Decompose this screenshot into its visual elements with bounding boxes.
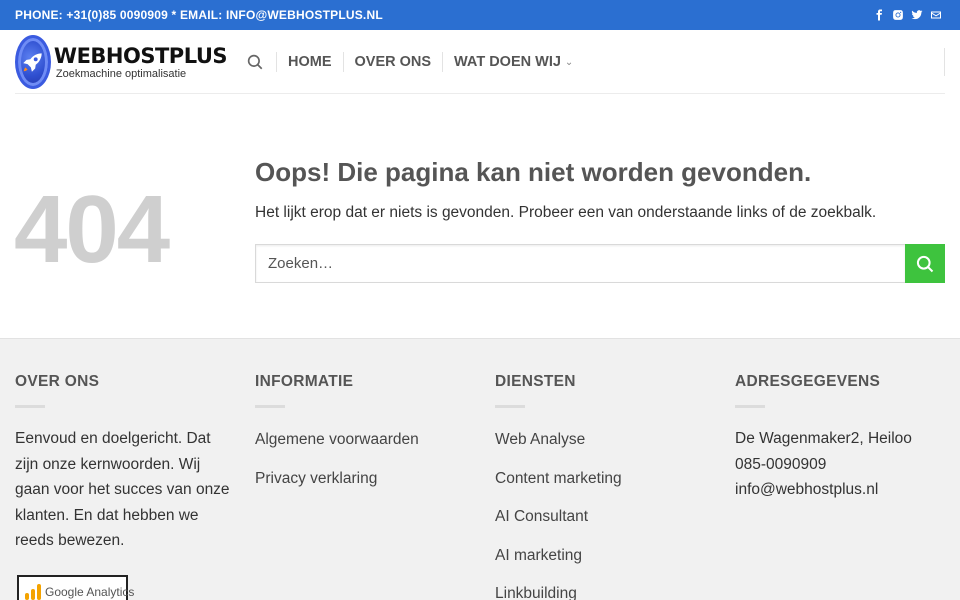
heading-divider [255,405,285,408]
instagram-icon[interactable] [892,9,904,21]
footer-link[interactable]: Privacy verklaring [255,470,475,509]
footer-link[interactable]: AI Consultant [495,508,715,547]
footer-heading: INFORMATIE [255,373,354,390]
nav-wat-doen-wij-label: WAT DOEN WIJ [454,54,561,70]
footer-col-over-ons: OVER ONS Eenvoud en doelgericht. Dat zij… [15,373,235,554]
address-block: De Wagenmaker2, Heiloo 085-0090909 info@… [735,426,955,503]
footer-link[interactable]: Web Analyse [495,431,715,470]
logo-title: WEBHOSTPLUS [53,43,228,68]
contact-info: PHONE: +31(0)85 0090909 * EMAIL: INFO@WE… [15,8,383,22]
site-footer: OVER ONS Eenvoud en doelgericht. Dat zij… [0,338,960,600]
footer-link[interactable]: Content marketing [495,470,715,509]
page-title: Oops! Die pagina kan niet worden gevonde… [255,157,812,187]
search-submit-button[interactable] [905,244,945,283]
badge-label: Google Analytics [45,585,135,599]
email-icon[interactable] [930,9,942,21]
facebook-icon[interactable] [873,9,885,21]
nav-home[interactable]: HOME [276,52,343,72]
error-message: Het lijkt erop dat er niets is gevonden.… [255,204,877,221]
heading-divider [495,405,525,408]
social-links [873,9,942,21]
twitter-icon[interactable] [911,9,923,21]
top-bar: PHONE: +31(0)85 0090909 * EMAIL: INFO@WE… [0,0,960,30]
main-content: 404 Oops! Die pagina kan niet worden gev… [0,94,960,338]
analytics-icon [25,584,41,600]
search-input[interactable] [255,244,905,283]
footer-link[interactable]: Algemene voorwaarden [255,431,475,470]
footer-links: Web Analyse Content marketing AI Consult… [495,431,715,600]
about-text: Eenvoud en doelgericht. Dat zijn onze ke… [15,430,230,549]
footer-heading: OVER ONS [15,373,100,390]
footer-col-adres: ADRESGEGEVENS De Wagenmaker2, Heiloo 085… [735,373,955,503]
logo-subtitle: Zoekmachine optimalisatie [55,67,187,80]
footer-link[interactable]: Linkbuilding [495,585,715,600]
search-icon [916,255,934,272]
google-analytics-badge: Google Analytics [17,575,134,600]
search-form [255,244,945,283]
rocket-logo-icon [15,35,51,89]
footer-col-informatie: INFORMATIE Algemene voorwaarden Privacy … [255,373,475,508]
site-header: WEBHOSTPLUS Zoekmachine optimalisatie HO… [0,30,960,94]
header-divider [944,48,945,76]
chevron-down-icon: ⌄ [564,56,574,68]
footer-links: Algemene voorwaarden Privacy verklaring [255,431,475,508]
error-code: 404 [14,176,170,283]
footer-heading: ADRESGEGEVENS [735,373,881,390]
footer-heading: DIENSTEN [495,373,576,390]
address-phone[interactable]: 085-0090909 [735,452,955,478]
footer-col-diensten: DIENSTEN Web Analyse Content marketing A… [495,373,715,600]
heading-divider [15,405,45,408]
heading-divider [735,405,765,408]
site-logo[interactable]: WEBHOSTPLUS Zoekmachine optimalisatie [15,35,228,89]
nav-over-ons[interactable]: OVER ONS [342,52,443,72]
main-nav: HOME OVER ONS WAT DOEN WIJ ⌄ [244,30,584,94]
address-email[interactable]: info@webhostplus.nl [735,477,955,503]
nav-wat-doen-wij[interactable]: WAT DOEN WIJ ⌄ [442,52,584,72]
nav-over-ons-label: OVER ONS [354,54,432,70]
address-street: De Wagenmaker2, Heiloo [735,430,912,447]
search-icon[interactable] [244,51,266,73]
nav-home-label: HOME [288,54,332,70]
footer-link[interactable]: AI marketing [495,547,715,586]
error-content: Oops! Die pagina kan niet worden gevonde… [255,156,945,283]
